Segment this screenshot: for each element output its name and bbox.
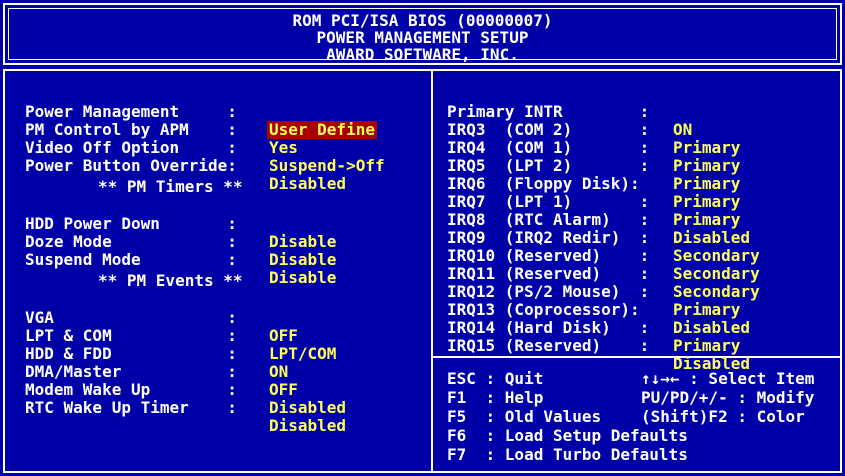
setting-value[interactable]: Primary bbox=[673, 301, 740, 319]
setting-value[interactable]: OFF bbox=[269, 327, 298, 345]
setting-irq14[interactable]: IRQ14 (Hard Disk) : Primary bbox=[447, 301, 740, 355]
setting-irq7[interactable]: IRQ7 (LPT 1) : Primary bbox=[447, 175, 740, 229]
setting-value[interactable]: Secondary bbox=[673, 247, 760, 265]
setting-power-button-override[interactable]: Power Button Override: Disabled bbox=[25, 139, 346, 193]
setting-power-management[interactable]: Power Management : User Define bbox=[25, 85, 377, 139]
setting-value[interactable]: Primary bbox=[673, 139, 740, 157]
help-f5-old-values: F5 : Old Values bbox=[447, 407, 602, 426]
setting-irq12[interactable]: IRQ12 (PS/2 Mouse) : Primary bbox=[447, 265, 740, 319]
setting-irq13[interactable]: IRQ13 (Coprocessor): Disabled bbox=[447, 283, 750, 337]
setting-value[interactable]: LPT/COM bbox=[269, 345, 336, 363]
setting-doze-mode[interactable]: Doze Mode : Disable bbox=[25, 215, 336, 269]
setting-irq5[interactable]: IRQ5 (LPT 2) : Primary bbox=[447, 139, 740, 193]
setting-value[interactable]: Disable bbox=[269, 269, 336, 287]
setting-video-off-option[interactable]: Video Off Option : Suspend->Off bbox=[25, 121, 385, 175]
setting-irq6[interactable]: IRQ6 (Floppy Disk): Primary bbox=[447, 157, 740, 211]
setting-label: Suspend Mode : bbox=[25, 250, 237, 269]
setting-value[interactable]: Disabled bbox=[269, 417, 346, 435]
help-f6-setup-defaults: F6 : Load Setup Defaults bbox=[447, 426, 688, 445]
setting-hdd-power-down[interactable]: HDD Power Down : Disable bbox=[25, 197, 336, 251]
setting-irq4[interactable]: IRQ4 (COM 1) : Primary bbox=[447, 121, 740, 175]
setting-value[interactable]: OFF bbox=[269, 381, 298, 399]
bios-header-frame: ROM PCI/ISA BIOS (00000007) POWER MANAGE… bbox=[8, 8, 837, 64]
setting-irq3[interactable]: IRQ3 (COM 2) : Primary bbox=[447, 103, 740, 157]
setting-lpt-com[interactable]: LPT & COM : LPT/COM bbox=[25, 309, 336, 363]
vendor-name: AWARD SOFTWARE, INC. bbox=[326, 45, 519, 64]
setting-irq10[interactable]: IRQ10 (Reserved) : Secondary bbox=[447, 229, 760, 283]
setting-vga[interactable]: VGA : OFF bbox=[25, 291, 298, 345]
setting-value[interactable]: Primary bbox=[673, 211, 740, 229]
bios-title: ROM PCI/ISA BIOS (00000007) bbox=[292, 11, 553, 30]
help-esc-quit: ESC : Quit bbox=[447, 369, 544, 388]
setting-pm-control-apm[interactable]: PM Control by APM : Yes bbox=[25, 103, 298, 157]
setting-value[interactable]: Disabled bbox=[269, 399, 346, 417]
column-divider bbox=[431, 71, 433, 471]
setting-value[interactable]: Primary bbox=[673, 337, 740, 355]
setup-panel: Power Management : User Define PM Contro… bbox=[3, 69, 842, 473]
bios-header: ROM PCI/ISA BIOS (00000007) POWER MANAGE… bbox=[3, 3, 842, 65]
help-select-item: ↑↓→← : Select Item bbox=[641, 369, 815, 388]
setting-value[interactable]: Primary bbox=[673, 193, 740, 211]
setting-value[interactable]: Disabled bbox=[673, 229, 750, 247]
setting-value[interactable]: Secondary bbox=[673, 283, 760, 301]
setting-value-selected[interactable]: User Define bbox=[267, 121, 377, 139]
setting-irq15[interactable]: IRQ15 (Reserved) : Disabled bbox=[447, 319, 750, 373]
setting-value[interactable]: Secondary bbox=[673, 265, 760, 283]
setting-modem-wake-up[interactable]: Modem Wake Up : Disabled bbox=[25, 363, 346, 417]
setting-label: IRQ15 (Reserved) : bbox=[447, 336, 650, 355]
help-color: (Shift)F2 : Color bbox=[641, 407, 805, 426]
section-heading-pm-timers: ** PM Timers ** bbox=[98, 177, 243, 196]
setting-label: Power Button Override: bbox=[25, 156, 237, 175]
setting-label: RTC Wake Up Timer : bbox=[25, 398, 237, 417]
help-modify: PU/PD/+/- : Modify bbox=[641, 388, 815, 407]
setting-primary-intr[interactable]: Primary INTR : ON bbox=[447, 85, 692, 139]
setting-dma-master[interactable]: DMA/Master : OFF bbox=[25, 345, 298, 399]
setting-value[interactable]: Primary bbox=[673, 175, 740, 193]
help-f7-turbo-defaults: F7 : Load Turbo Defaults bbox=[447, 445, 688, 464]
help-f1-help: F1 : Help bbox=[447, 388, 544, 407]
setting-value[interactable]: Primary bbox=[673, 157, 740, 175]
setting-rtc-wake-up-timer[interactable]: RTC Wake Up Timer : Disabled bbox=[25, 381, 346, 435]
setting-irq9[interactable]: IRQ9 (IRQ2 Redir) : Secondary bbox=[447, 211, 760, 265]
setting-value[interactable]: Disabled bbox=[673, 319, 750, 337]
setting-suspend-mode[interactable]: Suspend Mode : Disable bbox=[25, 233, 336, 287]
setting-value[interactable]: Disable bbox=[269, 251, 336, 269]
setting-hdd-fdd[interactable]: HDD & FDD : ON bbox=[25, 327, 288, 381]
section-heading-pm-events: ** PM Events ** bbox=[98, 271, 243, 290]
setting-value[interactable]: Disabled bbox=[269, 175, 346, 193]
setting-value[interactable]: Yes bbox=[269, 139, 298, 157]
page-title: POWER MANAGEMENT SETUP bbox=[316, 28, 529, 47]
setting-irq11[interactable]: IRQ11 (Reserved) : Secondary bbox=[447, 247, 760, 301]
setting-irq8[interactable]: IRQ8 (RTC Alarm) : Disabled bbox=[447, 193, 750, 247]
setting-value[interactable]: Disable bbox=[269, 233, 336, 251]
setting-value[interactable]: ON bbox=[673, 121, 692, 139]
setting-value[interactable]: ON bbox=[269, 363, 288, 381]
setting-value[interactable]: Suspend->Off bbox=[269, 157, 385, 175]
